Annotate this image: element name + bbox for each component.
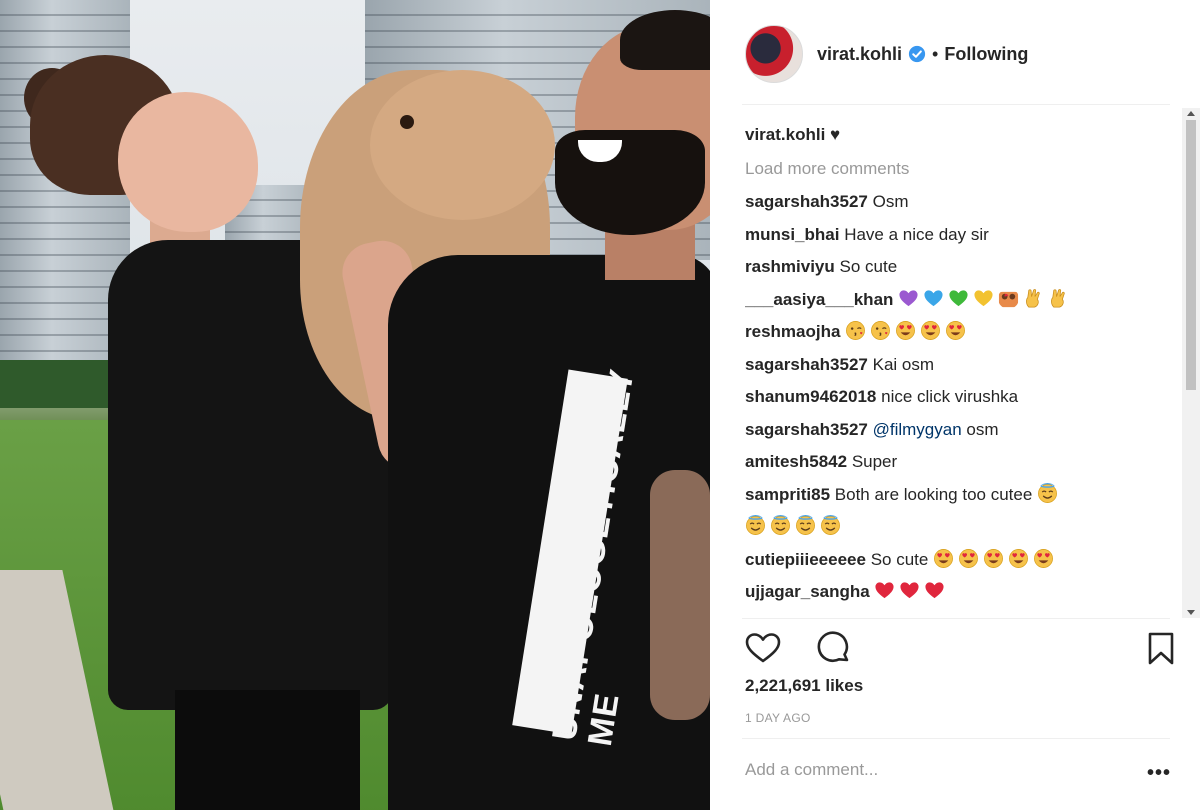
heart-eyes-icon [896,321,916,340]
avatar[interactable] [745,25,803,83]
comment-text: Have a nice day sir [844,224,989,244]
comment-text: Osm [872,192,909,211]
halo-face-icon [746,515,765,535]
comment-username[interactable]: sagarshah3527 [745,420,868,439]
comment-row: rashmiviyu So cute [745,251,1175,284]
yellow-heart-icon [974,289,993,306]
comment-row: sampriti85 Both are looking too cutee [745,479,1175,544]
comment-text: So cute [870,549,929,569]
add-comment-input[interactable] [745,760,1125,780]
caption: virat.kohli ♥ [745,118,1175,152]
red-heart-icon [925,582,945,599]
comment-username[interactable]: munsi_bhai [745,225,839,244]
comments-scrollbar[interactable] [1182,108,1200,618]
heart-outline-icon[interactable] [744,630,782,668]
post-sidebar: virat.kohli • Following virat.kohli ♥ Lo… [710,0,1200,810]
load-more-comments-link[interactable]: Load more comments [745,152,1175,186]
green-heart-icon [949,289,968,306]
red-heart-icon [875,582,895,599]
comment-username[interactable]: sagarshah3527 [745,355,868,374]
comment-row: cutiepiiieeeeee So cute [745,544,1175,577]
red-heart-icon [900,582,920,599]
ok-hand-icon [1026,288,1040,307]
halo-face-icon [771,515,790,535]
username-link[interactable]: virat.kohli [817,44,902,65]
man-tattooed-arm [650,470,710,720]
comment-row: munsi_bhai Have a nice day sir [745,219,1175,252]
verified-badge-icon [908,45,926,63]
following-button[interactable]: Following [944,44,1028,65]
heart-eyes-icon [946,321,966,340]
man-hair [620,10,710,70]
comment-row: sagarshah3527 Kai osm [745,349,1175,382]
kissing-face-icon [871,321,891,340]
bookmark-icon[interactable] [1142,630,1180,668]
halo-face-icon [821,515,840,535]
comment-username[interactable]: rashmiviyu [745,257,835,276]
header-divider [742,104,1170,105]
action-bar [744,630,1176,670]
halo-face-icon [1038,482,1057,503]
comment-text: nice click virushka [881,387,1019,406]
comment-row: saurabhbhardwaj57 Wow [745,609,1175,619]
speech-bubble-icon[interactable] [814,630,852,668]
comment-row: amitesh5842 Super [745,446,1175,479]
caption-username[interactable]: virat.kohli [745,125,825,144]
scroll-down-arrow-icon[interactable] [1187,610,1195,615]
ellipsis-icon[interactable]: ••• [1147,762,1171,785]
heart-eyes-icon [984,548,1004,568]
comments-divider [742,618,1170,619]
comments-list[interactable]: virat.kohli ♥ Load more comments sagarsh… [745,118,1175,618]
dog-head [370,70,555,220]
comment-username[interactable]: cutiepiiieeeeee [745,550,866,569]
blue-heart-icon [924,289,943,306]
comment-text: Kai osm [872,354,935,374]
comment-username[interactable]: reshmaojha [745,322,840,341]
comment-username[interactable]: shanum9462018 [745,387,876,406]
scrollbar-thumb[interactable] [1186,120,1196,390]
woman-face [118,92,258,232]
comment-username[interactable]: ___aasiya___khan [745,290,893,309]
comment-box-divider [742,738,1170,739]
purple-heart-icon [899,289,918,306]
heart-eyes-icon [1009,548,1029,568]
comment-mention-link[interactable]: @filmygyan [873,420,962,439]
comment-text: So cute [839,257,898,276]
comment-username[interactable]: sampriti85 [745,485,830,504]
heart-eyes-icon [959,548,979,568]
couple-icon [999,291,1019,307]
heart-eyes-icon [1034,548,1054,568]
likes-count[interactable]: 2,221,691 likes [745,676,863,696]
comment-username[interactable]: sagarshah3527 [745,192,868,211]
scroll-up-arrow-icon[interactable] [1187,111,1195,116]
halo-face-icon [796,515,815,535]
caption-text: ♥ [830,125,841,144]
comment-username[interactable]: amitesh5842 [745,452,847,471]
dog-eye [400,115,414,129]
separator-dot: • [932,43,939,64]
heart-eyes-icon [934,548,954,568]
comment-row: ujjagar_sangha [745,576,1175,609]
kissing-face-icon [846,321,866,340]
heart-eyes-icon [921,321,941,340]
comment-row: sagarshah3527 Osm [745,186,1175,219]
comment-row: reshmaojha [745,316,1175,349]
post-photo[interactable]: UNAPOLOGETICALLY ME [0,0,710,810]
victory-hand-icon [1051,288,1065,307]
comment-items: sagarshah3527 Osm munsi_bhai Have a nice … [745,186,1175,618]
post-timestamp[interactable]: 1 DAY AGO [745,711,811,725]
comment-text: Both are looking too cutee [834,484,1033,504]
comment-row: shanum9462018 nice click virushka [745,381,1175,414]
comment-text: osm [966,419,999,439]
comment-username[interactable]: ujjagar_sangha [745,582,870,601]
comment-row: sagarshah3527 @filmygyan osm [745,414,1175,447]
comment-text: Super [851,452,898,471]
woman-pants [175,690,360,810]
post-header: virat.kohli • Following [745,24,1028,84]
comment-row: ___aasiya___khan [745,284,1175,317]
